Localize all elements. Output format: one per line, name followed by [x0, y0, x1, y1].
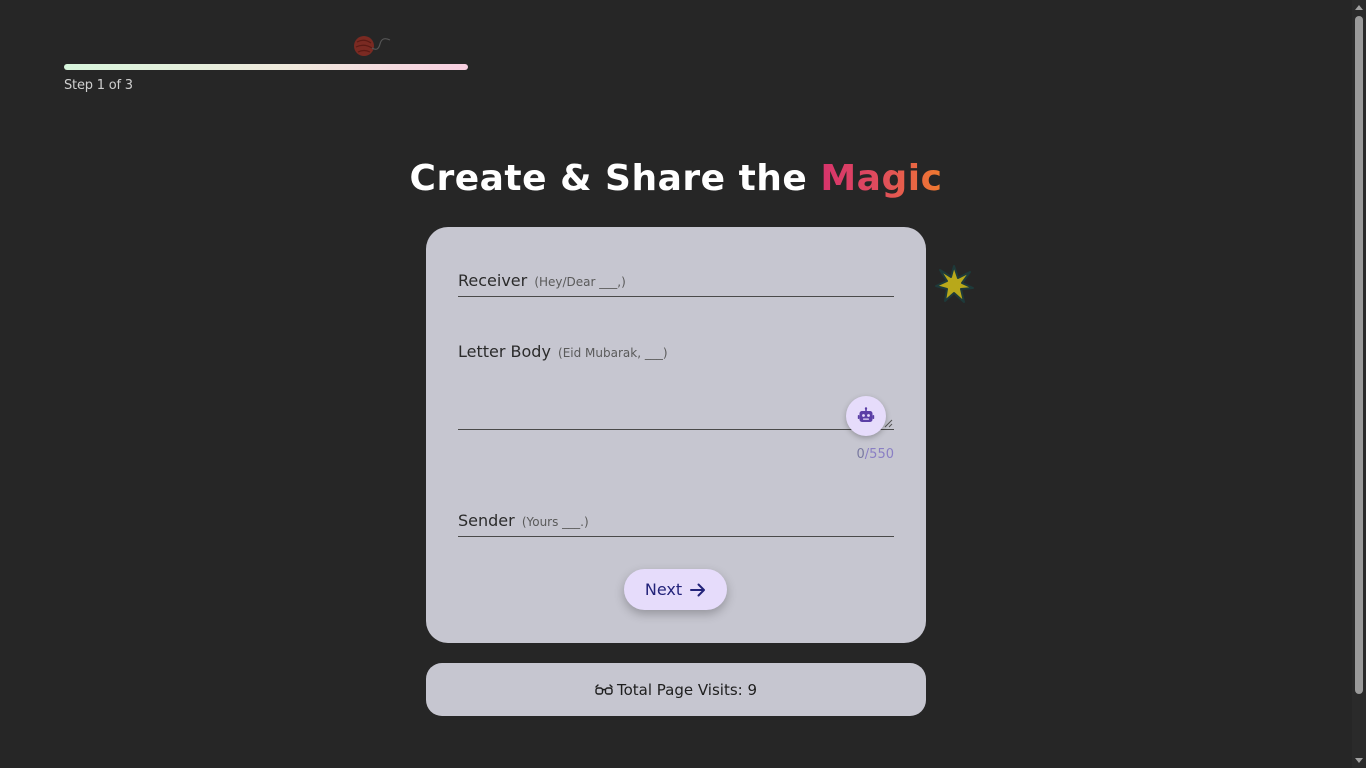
letter-body-hint: (Eid Mubarak, ___) — [558, 346, 668, 360]
page-visits-text: Total Page Visits: 9 — [616, 680, 758, 699]
title-prefix: Create & Share the — [409, 158, 821, 199]
next-button-label: Next — [644, 580, 683, 599]
receiver-input[interactable]: Receiver (Hey/Dear ___,) — [458, 271, 894, 297]
title-highlight: Magic — [820, 158, 943, 199]
ai-assist-button[interactable] — [846, 396, 886, 436]
arrow-right-icon — [690, 583, 706, 596]
page-title: Create & Share the Magic — [0, 158, 1352, 199]
page-scrollbar[interactable] — [1352, 0, 1366, 768]
sender-label: Sender — [458, 511, 515, 530]
page-visits-panel: Total Page Visits: 9 — [426, 663, 926, 716]
char-count-max: /550 — [864, 447, 894, 462]
sender-input[interactable]: Sender (Yours ___.) — [458, 511, 894, 537]
letter-form-card: Receiver (Hey/Dear ___,) Letter Body (Ei… — [426, 227, 926, 643]
yarn-ball-icon — [354, 36, 391, 56]
glasses-icon — [595, 683, 613, 695]
scroll-up-icon[interactable] — [1355, 5, 1363, 10]
star-burst-icon — [935, 265, 974, 303]
robot-icon — [857, 407, 875, 422]
letter-body-textarea[interactable]: Letter Body (Eid Mubarak, ___) — [458, 342, 894, 430]
char-counter: 0/550 — [857, 447, 894, 462]
scroll-down-icon[interactable] — [1355, 758, 1363, 763]
letter-body-label: Letter Body — [458, 342, 551, 361]
scroll-thumb[interactable] — [1355, 16, 1363, 694]
sender-hint: (Yours ___.) — [521, 515, 589, 529]
char-count-current: 0 — [856, 447, 865, 462]
progress-bar — [64, 64, 468, 70]
receiver-hint: (Hey/Dear ___,) — [534, 275, 626, 289]
step-label: Step 1 of 3 — [64, 78, 133, 93]
receiver-label: Receiver — [458, 271, 528, 290]
next-button[interactable]: Next — [624, 569, 727, 610]
